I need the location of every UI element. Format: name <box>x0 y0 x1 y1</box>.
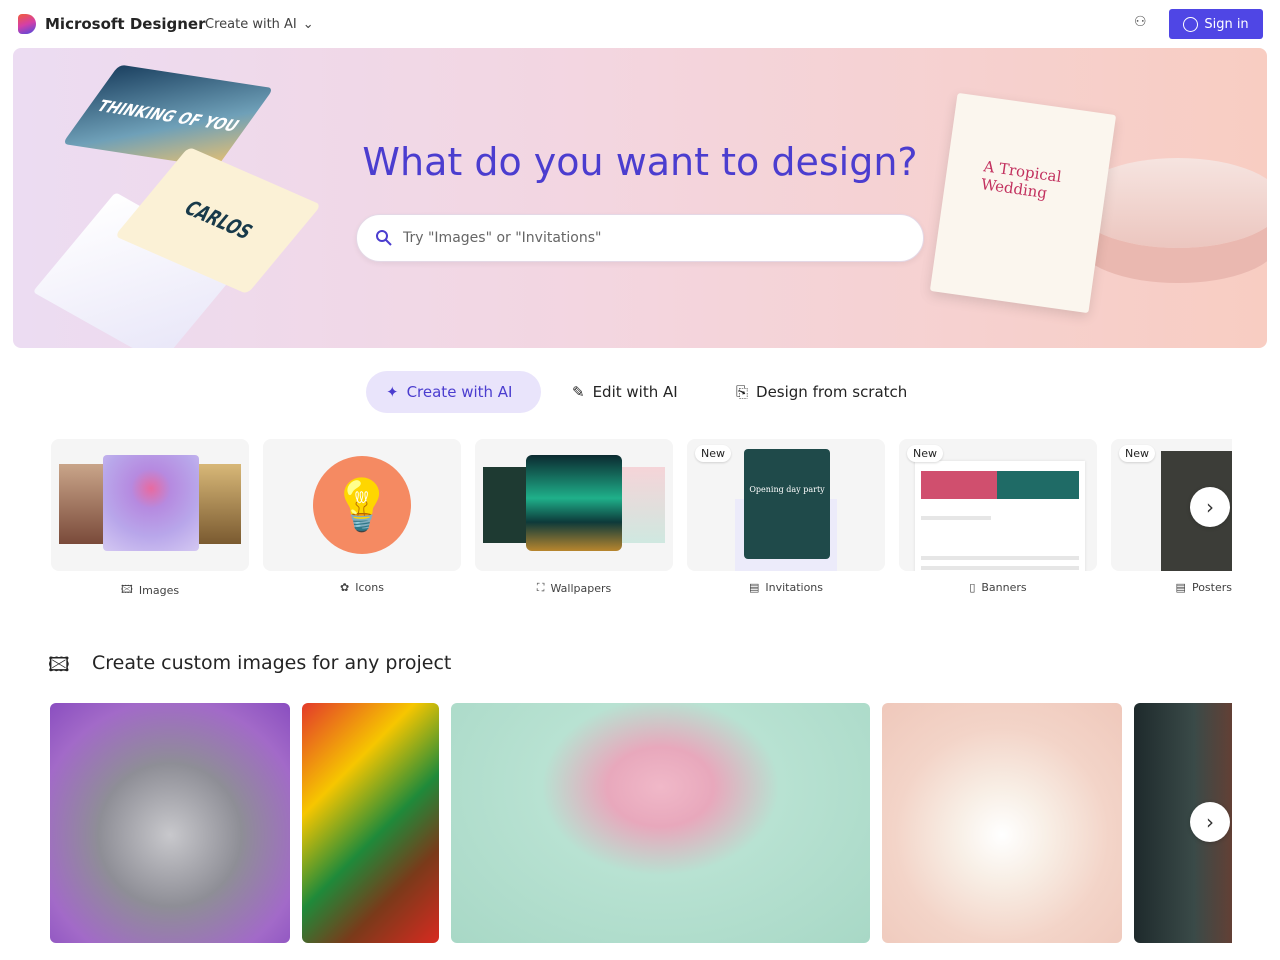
image-sparkle-icon: 🖾 <box>120 583 133 596</box>
image-tile-love-letter[interactable] <box>882 703 1122 943</box>
chevron-right-icon: › <box>1206 810 1214 834</box>
icons-icon: ✿ <box>340 581 350 594</box>
category-card-banners[interactable]: New <box>899 439 1097 571</box>
content-area: 💡 New Opening day party New New 🖾 Images … <box>0 430 1232 944</box>
category-label-invitations[interactable]: ▤ Invitations <box>687 581 885 594</box>
share-icon[interactable]: ⚇ <box>1134 14 1154 34</box>
category-card-wallpapers[interactable] <box>475 439 673 571</box>
label: Posters <box>1191 581 1232 594</box>
category-label-posters[interactable]: ▤ Posters <box>1111 581 1232 594</box>
category-label-banners[interactable]: ▯ Banners <box>899 581 1097 594</box>
sparkle-icon: ✦ <box>386 383 399 401</box>
search-input[interactable] <box>403 230 883 246</box>
brand-name[interactable]: Microsoft Designer <box>45 15 206 33</box>
tab-label: Create with AI <box>406 383 513 401</box>
wedding-card-illustration: A Tropical Wedding <box>929 92 1117 314</box>
top-bar: Microsoft Designer Create with AI ⌄ ⚇ Sig… <box>0 0 1280 48</box>
category-label-images[interactable]: 🖾 Images <box>51 581 249 600</box>
hero-banner: THINKING OF YOU CARLOS A Tropical Weddin… <box>13 48 1267 348</box>
tab-design-from-scratch[interactable]: ⎘ Design from scratch <box>716 371 927 413</box>
image-tile-cat[interactable] <box>50 703 290 943</box>
tab-label: Design from scratch <box>756 383 908 401</box>
invitation-text: Opening day party <box>749 485 825 494</box>
sign-in-button[interactable]: Sign in <box>1169 9 1263 39</box>
chevron-down-icon: ⌄ <box>302 17 314 32</box>
image-tile-woman-portrait[interactable] <box>302 703 439 943</box>
sign-in-label: Sign in <box>1204 16 1249 32</box>
label: Banners <box>981 581 1027 594</box>
chevron-right-icon: › <box>1206 495 1214 519</box>
section-title: Create custom images for any project <box>92 652 452 674</box>
ice-cream-image <box>103 455 199 551</box>
card-text: CARLOS <box>178 196 258 245</box>
search-box[interactable] <box>356 214 924 262</box>
new-badge: New <box>695 445 731 462</box>
card-text: THINKING OF YOU <box>92 96 244 136</box>
tab-edit-with-ai[interactable]: ✎ Edit with AI <box>552 371 698 413</box>
invitation-icon: ▤ <box>748 581 760 594</box>
label: Images <box>138 584 180 597</box>
search-icon <box>376 230 392 246</box>
banner-icon: ▯ <box>969 581 976 594</box>
designer-logo[interactable] <box>18 14 36 34</box>
create-with-ai-menu[interactable]: Create with AI ⌄ <box>205 17 314 32</box>
categories-next-button[interactable]: › <box>1190 487 1230 527</box>
magic-wand-icon: ✎ <box>572 383 585 401</box>
mode-tabs: ✦ Create with AI ✎ Edit with AI ⎘ Design fr… <box>0 371 1280 413</box>
label: Invitations <box>765 581 824 594</box>
tab-create-with-ai[interactable]: ✦ Create with AI <box>366 371 541 413</box>
new-badge: New <box>907 445 943 462</box>
category-card-icons[interactable]: 💡 <box>263 439 461 571</box>
category-card-invitations[interactable]: New Opening day party <box>687 439 885 571</box>
invitation-image: Opening day party <box>744 449 830 559</box>
wallpaper-icon: ⛶ <box>536 581 545 594</box>
category-label-icons[interactable]: ✿ Icons <box>263 581 461 594</box>
tab-label: Edit with AI <box>592 383 678 401</box>
banner-image <box>921 471 1079 499</box>
label: Icons <box>355 581 384 594</box>
design-icon: ⎘ <box>736 383 749 401</box>
aurora-image <box>526 455 622 551</box>
hero-title: What do you want to design? <box>362 140 918 184</box>
category-label-wallpapers[interactable]: ⛶ Wallpapers <box>475 581 673 595</box>
image-sparkle-icon: 🖾 <box>48 652 70 676</box>
menu-label: Create with AI <box>205 17 297 32</box>
label: Wallpapers <box>550 581 612 595</box>
new-badge: New <box>1119 445 1155 462</box>
images-next-button[interactable]: › <box>1190 802 1230 842</box>
image-tile-cherry-tree[interactable] <box>451 703 870 943</box>
person-icon <box>1183 16 1199 32</box>
poster-icon: ▤ <box>1175 581 1186 594</box>
lightbulb-image: 💡 <box>313 456 411 554</box>
category-card-images[interactable] <box>51 439 249 571</box>
